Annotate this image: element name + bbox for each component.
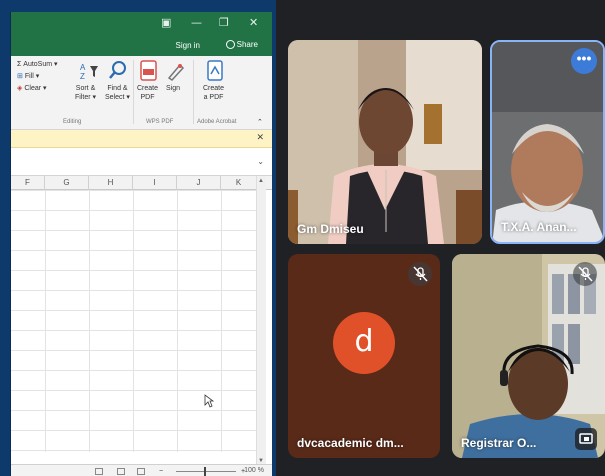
normal-view-icon[interactable] xyxy=(95,468,103,475)
group-label-wps-pdf: WPS PDF xyxy=(146,119,174,125)
clear-button[interactable]: ◈ Clear ▾ xyxy=(17,84,47,93)
screen-share-icon[interactable] xyxy=(575,428,597,450)
person-icon xyxy=(225,40,235,50)
ribbon-display-options-icon[interactable]: ▣ xyxy=(161,16,171,29)
autosum-label: AutoSum xyxy=(23,61,53,68)
meet-participant-panel: Gm Dmiseu ••• T.X.A. Anan... d dvcacadem… xyxy=(276,0,605,476)
excel-window: ▣ — ❐ ✕ Sign in Share Σ AutoSum ▾ ⊞ Fill… xyxy=(10,12,272,476)
page-layout-view-icon[interactable] xyxy=(117,468,125,475)
pdf-file-icon xyxy=(140,60,157,81)
collapse-ribbon-icon[interactable]: ⌃ xyxy=(257,118,263,127)
participant-tile[interactable]: Registrar O... xyxy=(452,254,605,458)
ribbon-separator xyxy=(133,60,134,124)
message-bar: ✕ xyxy=(11,130,272,148)
participant-tile[interactable]: ••• T.X.A. Anan... xyxy=(490,40,605,244)
svg-text:A: A xyxy=(80,63,86,72)
spreadsheet-grid[interactable] xyxy=(11,190,257,452)
sort-filter-button[interactable]: Sort & Filter ▾ xyxy=(75,84,96,102)
autosum-button[interactable]: Σ AutoSum ▾ xyxy=(17,60,58,69)
sign-pen-icon xyxy=(167,63,185,81)
group-label-editing: Editing xyxy=(63,119,82,125)
group-label-adobe-acrobat: Adobe Acrobat xyxy=(197,119,237,125)
column-header[interactable]: F xyxy=(11,176,45,190)
column-header-row: F G H I J K xyxy=(11,176,272,190)
status-bar: − + 100 % xyxy=(11,464,272,476)
svg-text:Z: Z xyxy=(80,72,85,81)
page-break-view-icon[interactable] xyxy=(137,468,145,475)
zoom-out-icon[interactable]: − xyxy=(159,467,163,476)
share-button[interactable]: Share xyxy=(225,40,258,50)
minimize-icon[interactable]: — xyxy=(191,16,202,29)
participant-name: T.X.A. Anan... xyxy=(501,220,577,234)
column-header[interactable]: G xyxy=(45,176,89,190)
vertical-scrollbar[interactable]: ▲ ▼ xyxy=(256,176,266,466)
sort-filter-label-1: Sort & xyxy=(75,85,96,92)
close-icon[interactable]: ✕ xyxy=(249,16,258,29)
sign-in-link[interactable]: Sign in xyxy=(176,41,200,50)
create-pdf-label-2: PDF xyxy=(140,94,155,101)
acrobat-create-icon xyxy=(207,60,223,81)
fill-label: Fill xyxy=(24,73,34,80)
zoom-slider[interactable] xyxy=(176,471,236,472)
ribbon-separator xyxy=(193,60,194,124)
find-select-label-1: Find & xyxy=(107,85,128,92)
sign-label: Sign xyxy=(166,85,181,92)
column-header[interactable]: I xyxy=(133,176,177,190)
column-header[interactable]: K xyxy=(221,176,257,190)
column-header[interactable]: J xyxy=(177,176,221,190)
maximize-icon[interactable]: ❐ xyxy=(219,16,229,29)
eraser-icon: ◈ xyxy=(17,85,23,92)
zoom-level[interactable]: 100 % xyxy=(244,467,264,474)
zoom-slider-thumb[interactable] xyxy=(204,467,206,476)
create-pdf-button[interactable]: Create PDF xyxy=(137,84,158,102)
participant-tile[interactable]: d dvcacademic dm... xyxy=(288,254,440,458)
excel-tab-bar: Sign in Share xyxy=(11,38,272,56)
participant-name: dvcacademic dm... xyxy=(297,436,404,450)
participant-video xyxy=(288,40,482,244)
excel-title-bar: ▣ — ❐ ✕ xyxy=(11,12,272,38)
clear-label: Clear xyxy=(24,85,42,92)
create-a-pdf-button[interactable]: Create a PDF xyxy=(203,84,224,102)
fill-icon: ⊞ xyxy=(17,73,23,80)
close-message-icon[interactable]: ✕ xyxy=(256,132,264,143)
more-options-button[interactable]: ••• xyxy=(571,48,597,74)
sort-filter-label-2: Filter xyxy=(75,94,91,101)
create-a-pdf-label-1: Create xyxy=(203,85,225,92)
column-header[interactable]: H xyxy=(89,176,133,190)
participant-tile[interactable]: Gm Dmiseu xyxy=(288,40,482,244)
sign-button[interactable]: Sign xyxy=(166,84,180,93)
mic-off-icon xyxy=(408,262,432,286)
formula-bar[interactable]: ⌄ xyxy=(11,148,272,176)
ribbon: Σ AutoSum ▾ ⊞ Fill ▾ ◈ Clear ▾ A Z Sort … xyxy=(11,56,272,130)
create-a-pdf-label-2: a PDF xyxy=(203,94,224,101)
participant-name: Registrar O... xyxy=(461,436,537,450)
find-select-button[interactable]: Find & Select ▾ xyxy=(105,84,130,102)
avatar: d xyxy=(333,312,395,374)
find-icon xyxy=(109,61,126,79)
mouse-pointer-icon xyxy=(204,394,214,408)
mic-off-icon xyxy=(573,262,597,286)
scroll-up-icon[interactable]: ▲ xyxy=(258,178,264,184)
fill-button[interactable]: ⊞ Fill ▾ xyxy=(17,72,39,81)
create-pdf-label-1: Create xyxy=(137,85,159,92)
sort-filter-icon: A Z xyxy=(80,63,98,81)
share-label: Share xyxy=(236,40,258,49)
participant-name: Gm Dmiseu xyxy=(297,222,364,236)
expand-formula-bar-icon[interactable]: ⌄ xyxy=(257,157,264,166)
find-select-label-2: Select xyxy=(105,94,125,101)
